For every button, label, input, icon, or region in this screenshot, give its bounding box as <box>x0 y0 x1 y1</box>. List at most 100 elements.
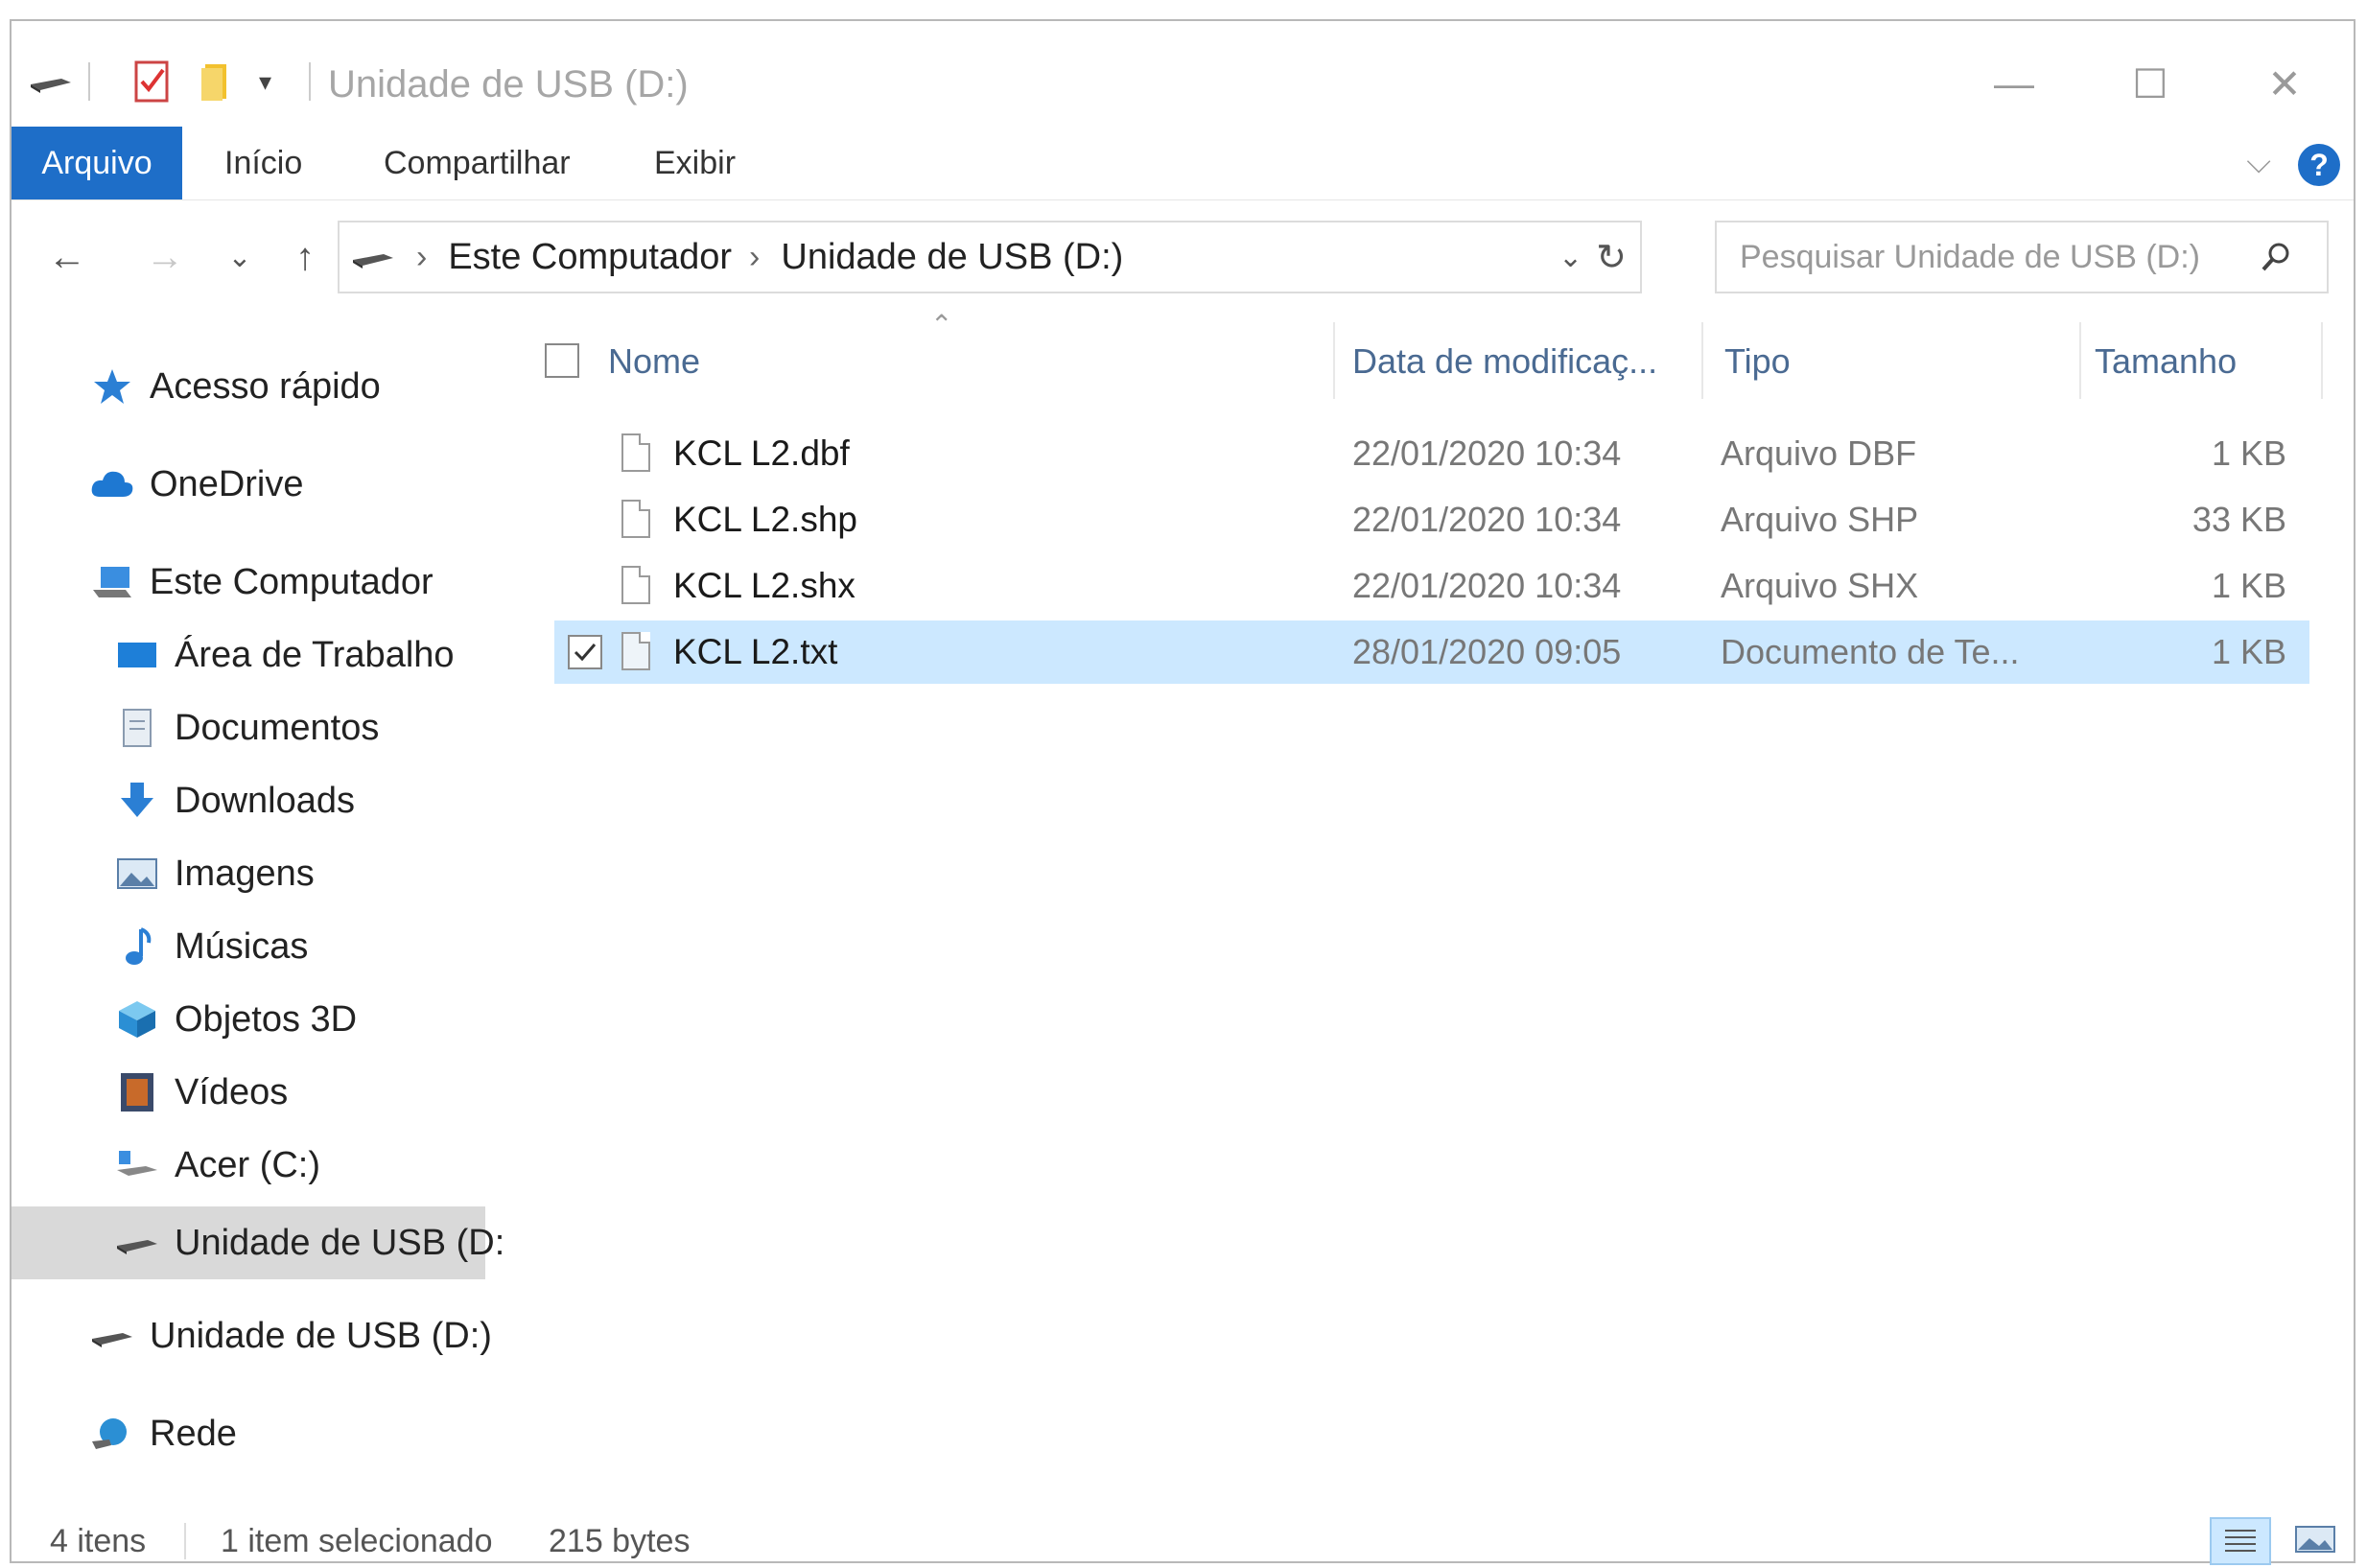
sidebar-item-objetos-3d[interactable]: Objetos 3D <box>115 988 357 1051</box>
back-button[interactable]: ← <box>40 230 94 284</box>
sidebar-item-rede[interactable]: Rede <box>90 1402 237 1465</box>
cloud-icon <box>90 462 134 506</box>
column-divider[interactable] <box>2321 322 2323 399</box>
selection-count: 1 item selecionado <box>221 1523 493 1559</box>
sidebar-item-imagens[interactable]: Imagens <box>115 842 315 905</box>
new-folder-icon[interactable] <box>199 58 236 105</box>
sidebar-item-este-computador[interactable]: Este Computador <box>90 550 434 614</box>
sidebar-item-downloads[interactable]: Downloads <box>115 769 355 832</box>
sidebar-item-videos[interactable]: Vídeos <box>115 1061 288 1124</box>
large-icons-view-icon <box>2294 1523 2336 1564</box>
sidebar-item-unidade-usb-selected[interactable]: Unidade de USB (D: <box>12 1206 504 1279</box>
address-bar[interactable]: › Este Computador › Unidade de USB (D:) … <box>338 221 1642 293</box>
sidebar-item-label: Este Computador <box>150 561 434 602</box>
sidebar-item-label: Área de Trabalho <box>175 634 455 675</box>
properties-icon[interactable] <box>134 58 171 105</box>
sidebar-item-label: Unidade de USB (D: <box>175 1222 505 1263</box>
column-header-name[interactable]: Nome <box>608 328 700 395</box>
separator <box>309 58 311 105</box>
large-icons-view-button[interactable] <box>2285 1517 2346 1565</box>
sidebar-item-documentos[interactable]: Documentos <box>115 696 379 760</box>
ribbon-tabs: Arquivo Início Compartilhar Exibir ⌵ ? <box>12 127 2354 200</box>
table-row-selected[interactable]: KCL L2.txt 28/01/2020 09:05 Documento de… <box>554 620 2309 684</box>
minimize-button[interactable]: — <box>1957 50 2072 117</box>
up-button[interactable]: ↑ <box>282 230 328 284</box>
sidebar-item-label: Objetos 3D <box>175 998 358 1040</box>
sidebar-item-unidade-usb[interactable]: Unidade de USB (D:) <box>90 1304 492 1368</box>
sidebar-item-label: Músicas <box>175 925 309 967</box>
selection-size: 215 bytes <box>549 1523 691 1559</box>
item-count: 4 itens <box>50 1523 147 1559</box>
search-input[interactable] <box>1738 237 2260 277</box>
tab-inicio[interactable]: Início <box>224 127 302 199</box>
sidebar-item-acesso-rapido[interactable]: Acesso rápido <box>90 355 381 418</box>
tab-arquivo[interactable]: Arquivo <box>12 127 182 199</box>
sidebar-item-label: Vídeos <box>175 1071 289 1112</box>
tab-exibir[interactable]: Exibir <box>654 127 736 199</box>
file-type: Arquivo SHP <box>1721 500 1919 539</box>
file-name: KCL L2.shx <box>673 566 855 605</box>
column-divider[interactable] <box>1701 322 1703 399</box>
sidebar-item-label: Documentos <box>175 707 380 748</box>
column-header-size[interactable]: Tamanho <box>2095 328 2237 395</box>
search-box[interactable] <box>1715 221 2329 293</box>
breadcrumb-unidade-usb[interactable]: Unidade de USB (D:) <box>781 237 1123 278</box>
row-checkbox-checked[interactable] <box>568 635 602 669</box>
forward-button[interactable]: → <box>138 230 192 284</box>
maximize-button[interactable]: ☐ <box>2093 50 2208 117</box>
sidebar-item-label: Unidade de USB (D:) <box>150 1315 492 1356</box>
refresh-icon[interactable]: ↻ <box>1596 236 1627 279</box>
search-icon[interactable] <box>2260 241 2292 273</box>
recent-locations-button[interactable]: ⌄ <box>221 230 259 284</box>
music-icon <box>115 924 159 969</box>
sidebar-item-label: Rede <box>150 1413 237 1454</box>
select-all-checkbox[interactable] <box>545 343 579 378</box>
download-icon <box>115 779 159 823</box>
file-date: 22/01/2020 10:34 <box>1352 500 1622 539</box>
sort-ascending-icon: ⌃ <box>930 310 953 339</box>
sidebar-item-area-de-trabalho[interactable]: Área de Trabalho <box>115 623 455 687</box>
file-type: Arquivo DBF <box>1721 433 1917 473</box>
usb-drive-icon <box>351 243 395 271</box>
close-button[interactable]: ✕ <box>2227 50 2342 117</box>
file-date: 22/01/2020 10:34 <box>1352 566 1622 605</box>
ribbon-collapse-chevron-icon[interactable]: ⌵ <box>2246 144 2271 181</box>
column-divider[interactable] <box>2079 322 2081 399</box>
sidebar-item-acer-c[interactable]: Acer (C:) <box>115 1134 320 1197</box>
file-size: 1 KB <box>2211 433 2286 473</box>
column-divider[interactable] <box>1333 322 1335 399</box>
computer-icon <box>90 560 134 604</box>
status-divider <box>184 1523 186 1559</box>
sidebar-item-musicas[interactable]: Músicas <box>115 915 308 978</box>
details-view-button[interactable] <box>2210 1517 2271 1565</box>
help-button[interactable]: ? <box>2298 144 2340 186</box>
table-row[interactable]: KCL L2.shx 22/01/2020 10:34 Arquivo SHX … <box>554 554 2309 618</box>
sidebar-item-label: Acesso rápido <box>150 365 381 407</box>
usb-drive-icon <box>90 1314 134 1358</box>
column-header-date[interactable]: Data de modificaç... <box>1352 328 1657 395</box>
sidebar-item-label: Downloads <box>175 780 355 821</box>
file-size: 33 KB <box>2191 500 2286 539</box>
address-dropdown-icon[interactable]: ⌄ <box>1558 241 1582 274</box>
column-header-type[interactable]: Tipo <box>1724 328 1791 395</box>
file-icon <box>621 566 650 604</box>
breadcrumb-este-computador[interactable]: Este Computador <box>448 237 732 278</box>
file-icon <box>621 433 650 472</box>
desktop-icon <box>115 633 159 677</box>
file-type: Documento de Te... <box>1721 632 2020 671</box>
usb-drive-icon <box>29 58 73 105</box>
breadcrumb-separator: › <box>416 238 428 275</box>
separator <box>88 58 90 105</box>
file-name: KCL L2.dbf <box>673 433 850 473</box>
file-size: 1 KB <box>2211 566 2286 605</box>
table-row[interactable]: KCL L2.shp 22/01/2020 10:34 Arquivo SHP … <box>554 488 2309 551</box>
sidebar-item-label: Imagens <box>175 853 315 894</box>
window-title: Unidade de USB (D:) <box>328 63 689 105</box>
sidebar-item-onedrive[interactable]: OneDrive <box>90 453 304 516</box>
file-name: KCL L2.shp <box>673 500 857 539</box>
file-icon <box>621 632 650 670</box>
table-row[interactable]: KCL L2.dbf 22/01/2020 10:34 Arquivo DBF … <box>554 422 2309 485</box>
customize-quick-access-icon[interactable]: ▾ <box>259 58 271 105</box>
tab-compartilhar[interactable]: Compartilhar <box>384 127 571 199</box>
network-icon <box>90 1412 134 1456</box>
